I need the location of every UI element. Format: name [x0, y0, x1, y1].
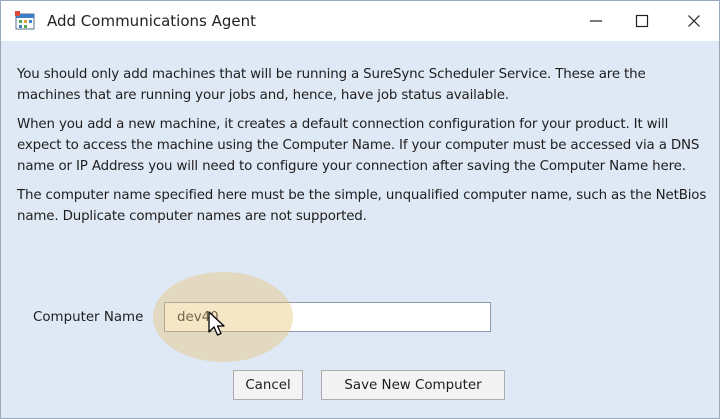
instructions: You should only add machines that will b…: [17, 64, 707, 235]
scheduler-app-icon: [15, 11, 35, 30]
window-title: Add Communications Agent: [47, 12, 257, 30]
close-button[interactable]: [671, 1, 717, 41]
close-icon: [688, 15, 700, 27]
instruction-paragraph-3: The computer name specified here must be…: [17, 188, 707, 224]
maximize-icon: [635, 14, 649, 28]
save-new-computer-button[interactable]: Save New Computer: [321, 370, 505, 400]
maximize-button[interactable]: [619, 1, 665, 41]
computer-name-input[interactable]: [164, 302, 491, 332]
minimize-icon: [590, 20, 602, 22]
instruction-paragraph-2: When you add a new machine, it creates a…: [17, 117, 700, 174]
instruction-paragraph-1: You should only add machines that will b…: [17, 67, 646, 103]
cancel-button[interactable]: Cancel: [233, 370, 303, 400]
title-bar[interactable]: Add Communications Agent: [1, 1, 719, 41]
dialog-window: Add Communications Agent You should only…: [0, 0, 720, 419]
computer-name-label: Computer Name: [33, 310, 144, 325]
minimize-button[interactable]: [573, 1, 619, 41]
